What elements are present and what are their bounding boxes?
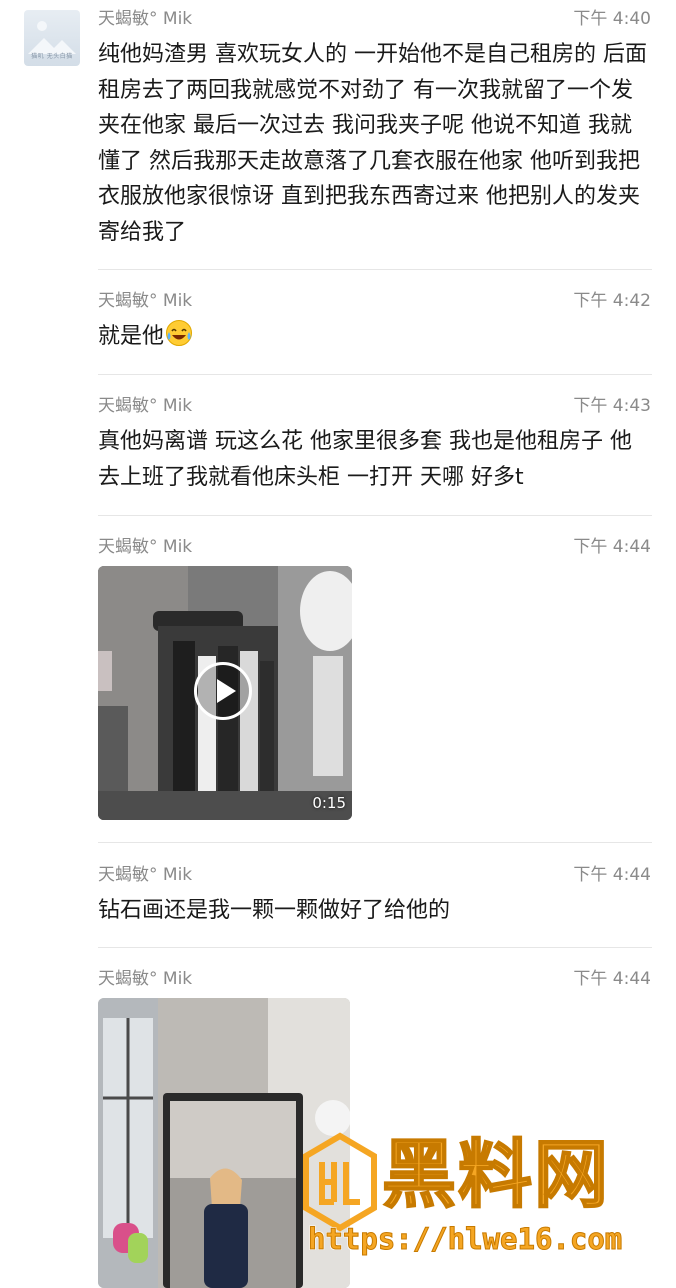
divider <box>98 947 652 948</box>
play-icon <box>217 679 236 703</box>
message-text: 真他妈离谱 玩这么花 他家里很多套 我也是他租房子 他去上班了我就看他床头柜 一… <box>98 429 632 490</box>
message-item[interactable]: 天蝎敏° Mik 下午 4:44 钻石画还是我一颗一颗做好了给他的 <box>98 864 651 929</box>
video-duration: 0:15 <box>312 794 346 812</box>
video-thumbnail[interactable]: 0:15 <box>98 566 352 820</box>
watermark-url: https://hlwe16.com <box>307 1222 623 1257</box>
sender-name[interactable]: 天蝎敏° Mik <box>98 864 192 886</box>
sender-name[interactable]: 天蝎敏° Mik <box>98 536 192 558</box>
message-item[interactable]: 天蝎敏° Mik 下午 4:42 就是他 <box>98 290 651 355</box>
message-time: 下午 4:42 <box>573 291 651 311</box>
message-text-wrap: 就是他 <box>98 319 651 355</box>
watermark-brand: 黑料网 <box>381 1131 610 1219</box>
divider <box>98 842 652 843</box>
divider <box>98 374 652 375</box>
message-time: 下午 4:44 <box>573 865 651 885</box>
sender-name[interactable]: 天蝎敏° Mik <box>98 395 192 417</box>
message-item[interactable]: 天蝎敏° Mik 下午 4:44 <box>98 536 651 558</box>
message-item[interactable]: 天蝎敏° Mik 下午 4:43 真他妈离谱 玩这么花 他家里很多套 我也是他租… <box>98 395 651 495</box>
divider <box>98 269 652 270</box>
sender-name[interactable]: 天蝎敏° Mik <box>98 968 192 990</box>
avatar-caption: 猫叽 无头白猫 <box>31 53 73 60</box>
message-text: 钻石画还是我一颗一颗做好了给他的 <box>98 898 451 923</box>
brand-logo-icon <box>303 1132 377 1232</box>
sender-name[interactable]: 天蝎敏° Mik <box>98 290 192 312</box>
laughing-crying-emoji-icon <box>166 320 193 346</box>
message-time: 下午 4:44 <box>573 969 651 989</box>
play-button[interactable] <box>194 662 252 720</box>
watermark: 黑料网 https://hlwe16.com <box>300 1130 660 1270</box>
sender-name[interactable]: 天蝎敏° Mik <box>98 8 192 30</box>
message-item[interactable]: 天蝎敏° Mik 下午 4:44 <box>98 968 651 990</box>
divider <box>98 515 652 516</box>
message-item[interactable]: 天蝎敏° Mik 下午 4:40 纯他妈渣男 喜欢玩女人的 一开始他不是自己租房… <box>98 8 651 250</box>
message-text: 纯他妈渣男 喜欢玩女人的 一开始他不是自己租房的 后面租房去了两回我就感觉不对劲… <box>98 42 647 245</box>
message-time: 下午 4:43 <box>573 396 651 416</box>
message-time: 下午 4:44 <box>573 537 651 557</box>
message-time: 下午 4:40 <box>573 9 651 29</box>
avatar[interactable]: 猫叽 无头白猫 <box>24 10 80 66</box>
message-text: 就是他 <box>98 324 165 349</box>
